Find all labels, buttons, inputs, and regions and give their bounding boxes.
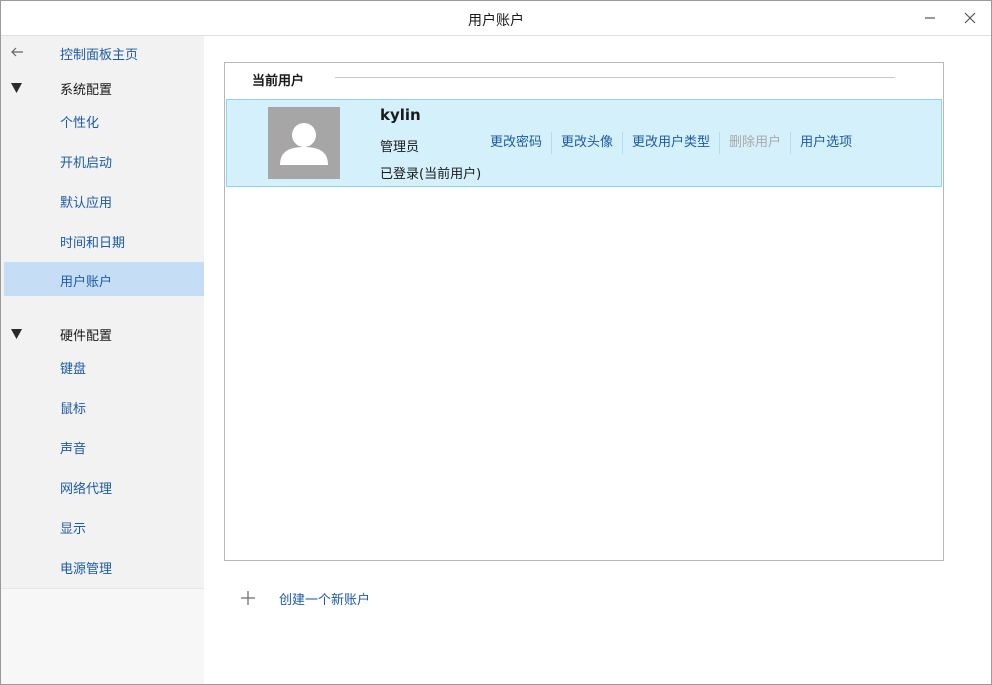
sidebar-item-default-apps[interactable]: 默认应用 [1,184,204,218]
window-title: 用户账户 [468,13,524,29]
user-actions: 更改密码 更改头像 更改用户类型 删除用户 用户选项 [481,132,861,154]
section-divider [335,77,895,78]
sidebar-footer [1,588,204,684]
close-button[interactable] [959,7,981,29]
user-name: kylin [380,106,421,124]
sidebar-item-mouse[interactable]: 鼠标 [1,390,204,424]
sidebar-item-label: 用户账户 [60,275,113,290]
sidebar-item-label: 显示 [60,522,87,537]
user-status: 已登录(当前用户) [380,167,482,182]
change-user-type-link[interactable]: 更改用户类型 [623,132,721,154]
sidebar-item-label: 默认应用 [60,196,113,211]
sidebar-category-label: 系统配置 [60,83,113,98]
sidebar-item-label: 时间和日期 [60,236,126,251]
back-arrow-icon [9,44,25,60]
sidebar-category-system[interactable]: 系统配置 [1,71,204,105]
sidebar-item-label: 键盘 [60,362,87,377]
sidebar-item-label: 个性化 [60,116,100,131]
sidebar-item-keyboard[interactable]: 键盘 [1,350,204,384]
delete-user-link: 删除用户 [720,132,792,154]
sidebar-category-label: 硬件配置 [60,329,113,344]
sidebar-item-sound[interactable]: 声音 [1,430,204,464]
close-icon [959,12,981,33]
sidebar-item-label: 电源管理 [60,562,113,577]
sidebar-item-power[interactable]: 电源管理 [1,550,204,584]
change-password-link[interactable]: 更改密码 [481,132,553,154]
sidebar-item-label: 网络代理 [60,482,113,497]
minimize-icon [919,17,941,33]
current-user-panel: 当前用户 kylin 管理员 已登录(当前用户) 更改密码 更改头像 更改用户类… [224,62,944,561]
sidebar-item-network-proxy[interactable]: 网络代理 [1,470,204,504]
user-options-link[interactable]: 用户选项 [791,132,861,154]
add-account-button[interactable]: 创建一个新账户 [238,587,370,609]
user-avatar-icon [268,123,340,183]
add-account-label: 创建一个新账户 [279,592,371,608]
sidebar-category-hardware[interactable]: 硬件配置 [1,317,204,351]
user-role: 管理员 [380,140,420,155]
collapse-triangle-icon [9,325,25,341]
sidebar-item-user-accounts[interactable]: 用户账户 [4,262,204,296]
sidebar-item-personalization[interactable]: 个性化 [1,104,204,138]
sidebar: 控制面板主页 系统配置 个性化 开机启动 默认应用 时间和日期 用户账户 硬件配 [1,36,204,684]
sidebar-item-label: 鼠标 [60,402,87,417]
change-avatar-link[interactable]: 更改头像 [552,132,624,154]
title-bar: 用户账户 [1,1,991,36]
section-title: 当前用户 [252,74,305,89]
window: 用户账户 控制面板主页 系统配置 个性化 开机启动 默认应用 时间和日期 用户账… [0,0,992,685]
user-row[interactable]: kylin 管理员 已登录(当前用户) 更改密码 更改头像 更改用户类型 删除用… [226,99,942,187]
collapse-triangle-icon [9,79,25,95]
plus-icon [238,588,258,608]
sidebar-item-display[interactable]: 显示 [1,510,204,544]
main-content: 当前用户 kylin 管理员 已登录(当前用户) 更改密码 更改头像 更改用户类… [204,36,991,684]
sidebar-item-label: 开机启动 [60,156,113,171]
sidebar-item-label: 声音 [60,442,87,457]
sidebar-home-label: 控制面板主页 [60,48,139,63]
sidebar-item-date-time[interactable]: 时间和日期 [1,224,204,258]
sidebar-home-link[interactable]: 控制面板主页 [1,36,204,70]
sidebar-item-startup[interactable]: 开机启动 [1,144,204,178]
avatar[interactable] [268,107,340,179]
minimize-button[interactable] [919,7,941,29]
